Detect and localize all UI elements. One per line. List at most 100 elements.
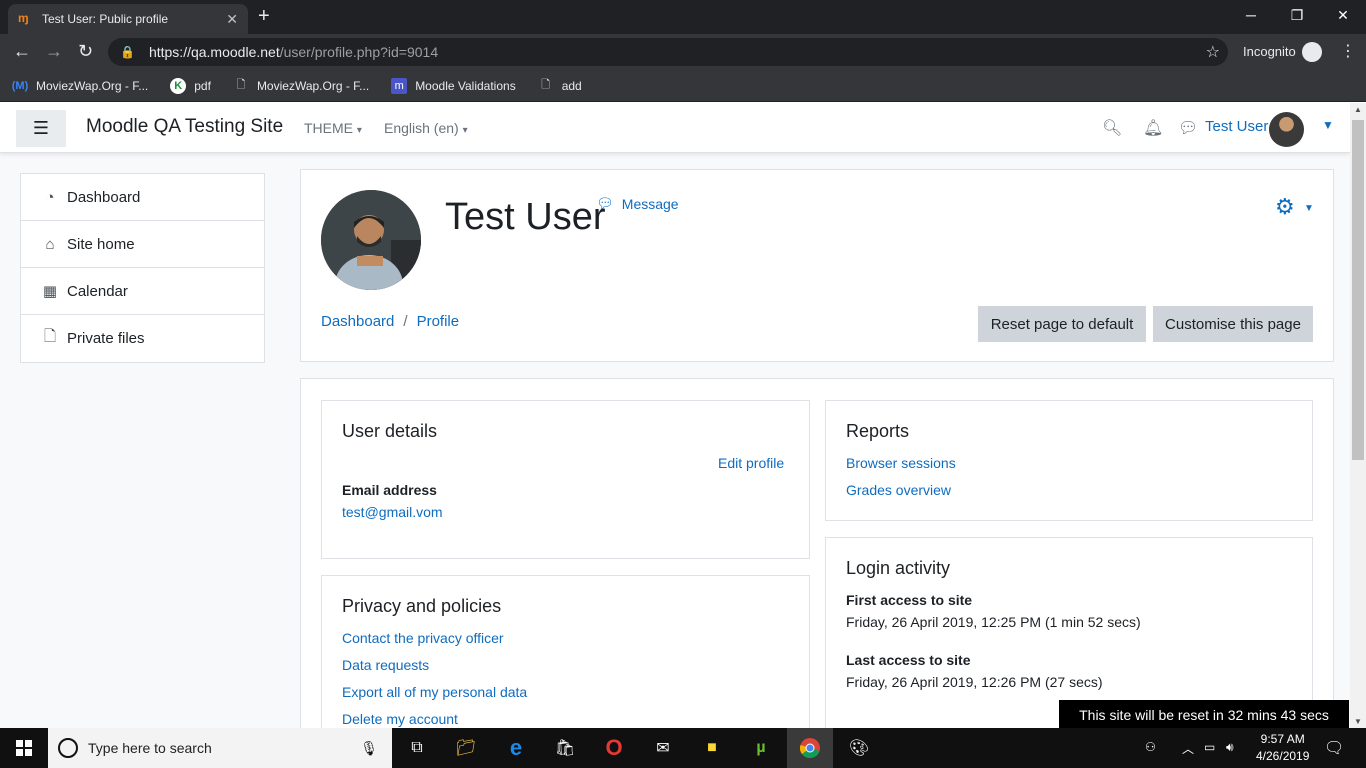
sticky-notes-icon[interactable]: ■ xyxy=(698,734,726,762)
taskbar-search-placeholder: Type here to search xyxy=(88,740,212,756)
email-label: Email address xyxy=(342,482,437,498)
bookmark-item[interactable]: 🗋 add xyxy=(538,78,581,94)
user-menu-caret-icon[interactable]: ▼ xyxy=(1322,118,1334,132)
reload-icon[interactable]: ↻ xyxy=(78,41,93,62)
pdf-icon: K xyxy=(170,77,187,94)
contact-privacy-officer-link[interactable]: Contact the privacy officer xyxy=(342,630,504,646)
window-controls: ─ ❐ ✕ xyxy=(1228,0,1366,30)
task-view-icon[interactable]: ⧉ xyxy=(403,734,431,762)
caret-down-icon: ▾ xyxy=(356,125,362,136)
grades-overview-link[interactable]: Grades overview xyxy=(846,482,951,498)
bookmark-star-icon[interactable]: ☆ xyxy=(1206,42,1220,62)
bookmark-item[interactable]: Kpdf xyxy=(170,77,211,94)
scroll-down-icon[interactable]: ▼ xyxy=(1354,717,1362,726)
battery-icon[interactable]: ▭ xyxy=(1204,740,1215,754)
calendar-icon: ▦ xyxy=(42,283,58,300)
bookmark-item[interactable]: m Moodle Validations xyxy=(391,77,516,94)
close-window-icon[interactable]: ✕ xyxy=(1320,0,1366,30)
section-title: Privacy and policies xyxy=(342,596,502,616)
last-access-label: Last access to site xyxy=(846,652,971,668)
edge-icon[interactable]: e xyxy=(502,734,530,762)
clock-time: 9:57 AM xyxy=(1260,732,1305,746)
volume-icon[interactable]: 🔊︎ xyxy=(1226,740,1234,755)
chrome-icon[interactable] xyxy=(796,734,824,762)
bookmarks-bar: (M) MoviezWap.Org - F... Kpdf 🗋 MoviezWap.… xyxy=(0,70,1366,102)
mail-icon[interactable]: ✉ xyxy=(649,734,677,762)
store-icon[interactable]: 🛍︎ xyxy=(551,734,579,762)
site-name[interactable]: Moodle QA Testing Site xyxy=(86,116,283,138)
moodle-favicon-icon: ɱ xyxy=(18,11,29,25)
page-title: Test User xyxy=(445,196,606,238)
drawer-item-dashboard[interactable]: ◔ Dashboard xyxy=(21,174,264,221)
user-avatar[interactable] xyxy=(1269,112,1304,147)
customise-page-button[interactable]: Customise this page xyxy=(1153,306,1313,342)
bookmark-item[interactable]: 🗋 MoviezWap.Org - F... xyxy=(233,78,370,94)
scroll-up-icon[interactable]: ▲ xyxy=(1354,105,1362,114)
notification-bell-icon[interactable]: 🔔︎ xyxy=(1143,118,1163,138)
drawer-item-calendar[interactable]: ▦ Calendar xyxy=(21,268,264,315)
caret-down-icon[interactable]: ▼ xyxy=(1304,203,1314,214)
taskbar-search[interactable]: Type here to search 🎙︎ xyxy=(48,728,392,768)
delete-account-link[interactable]: Delete my account xyxy=(342,711,458,727)
message-link[interactable]: 💬︎ Message xyxy=(596,195,679,212)
close-tab-icon[interactable]: ✕ xyxy=(226,11,238,28)
microphone-icon[interactable]: 🎙︎ xyxy=(360,740,378,757)
new-tab-icon[interactable]: + xyxy=(258,5,270,28)
browser-tab-bar: ɱ Test User: Public profile ✕ + ─ ❐ ✕ xyxy=(0,0,1366,34)
taskbar-clock[interactable]: 9:57 AM 4/26/2019 xyxy=(1256,731,1309,765)
address-bar[interactable]: 🔒 https://qa.moodle.net/user/profile.php… xyxy=(108,38,1228,66)
moodle-page: ☰ Moodle QA Testing Site THEME ▾ English… xyxy=(0,103,1350,728)
caret-down-icon: ▾ xyxy=(462,125,468,136)
theme-menu[interactable]: THEME ▾ xyxy=(304,120,362,136)
page-scrollbar[interactable]: ▲ ▼ xyxy=(1350,103,1366,728)
search-icon[interactable]: 🔍︎ xyxy=(1102,118,1122,138)
moviezwap-icon: (M) xyxy=(11,79,29,92)
section-title: Login activity xyxy=(846,558,951,578)
page-icon: 🗋 xyxy=(236,79,246,91)
scrollbar-thumb[interactable] xyxy=(1352,120,1364,460)
breadcrumb-separator: / xyxy=(403,313,408,330)
drawer-item-site-home[interactable]: ⌂ Site home xyxy=(21,221,264,268)
email-link[interactable]: test@gmail.vom xyxy=(342,504,443,520)
bookmark-item[interactable]: (M) MoviezWap.Org - F... xyxy=(11,78,149,94)
browser-menu-icon[interactable]: ⋮ xyxy=(1340,41,1356,61)
drawer-item-private-files[interactable]: 🗋 Private files xyxy=(21,315,264,362)
edit-profile-link[interactable]: Edit profile xyxy=(718,455,784,471)
back-icon[interactable]: ← xyxy=(13,41,31,62)
maximize-icon[interactable]: ❐ xyxy=(1274,0,1320,30)
export-data-link[interactable]: Export all of my personal data xyxy=(342,684,527,700)
gear-icon[interactable]: ⚙ xyxy=(1275,194,1295,220)
first-access-value: Friday, 26 April 2019, 12:25 PM (1 min 5… xyxy=(846,614,1141,630)
user-menu-name[interactable]: Test User xyxy=(1205,118,1268,135)
windows-start-icon[interactable] xyxy=(0,728,48,768)
language-menu[interactable]: English (en) ▾ xyxy=(384,120,468,136)
people-icon[interactable]: ⚇ xyxy=(1145,740,1156,754)
utorrent-icon[interactable]: µ xyxy=(747,734,775,762)
forward-icon[interactable]: → xyxy=(45,41,63,62)
breadcrumb-profile[interactable]: Profile xyxy=(417,313,460,330)
file-explorer-icon[interactable]: 📁︎ xyxy=(452,734,480,762)
messages-icon[interactable]: 💬︎ xyxy=(1178,118,1198,138)
first-access-label: First access to site xyxy=(846,592,973,608)
cortana-icon xyxy=(58,738,78,758)
tab-title: Test User: Public profile xyxy=(42,12,169,26)
dashboard-icon: ◔ xyxy=(45,188,55,206)
data-requests-link[interactable]: Data requests xyxy=(342,657,429,673)
action-center-icon[interactable]: 🗨︎ xyxy=(1324,738,1344,758)
browser-tab[interactable]: ɱ Test User: Public profile ✕ xyxy=(8,4,248,34)
url-host: https://qa.moodle.net xyxy=(148,44,280,60)
hamburger-menu-icon[interactable]: ☰ xyxy=(16,110,66,147)
tray-chevron-icon[interactable]: ︿ xyxy=(1182,740,1194,757)
paint-icon[interactable]: 🎨︎ xyxy=(845,734,873,762)
browser-sessions-link[interactable]: Browser sessions xyxy=(846,455,956,471)
reset-page-button[interactable]: Reset page to default xyxy=(978,306,1146,342)
breadcrumb-dashboard[interactable]: Dashboard xyxy=(321,313,394,330)
breadcrumb: Dashboard / Profile xyxy=(321,313,459,330)
incognito-icon[interactable] xyxy=(1302,42,1322,62)
profile-picture xyxy=(321,190,421,290)
user-details-section: User details Edit profile Email address … xyxy=(321,400,810,559)
incognito-label: Incognito xyxy=(1243,44,1296,59)
nav-drawer: ◔ Dashboard ⌂ Site home ▦ Calendar 🗋 Private… xyxy=(20,173,265,363)
opera-icon[interactable]: O xyxy=(600,734,628,762)
minimize-icon[interactable]: ─ xyxy=(1228,0,1274,30)
